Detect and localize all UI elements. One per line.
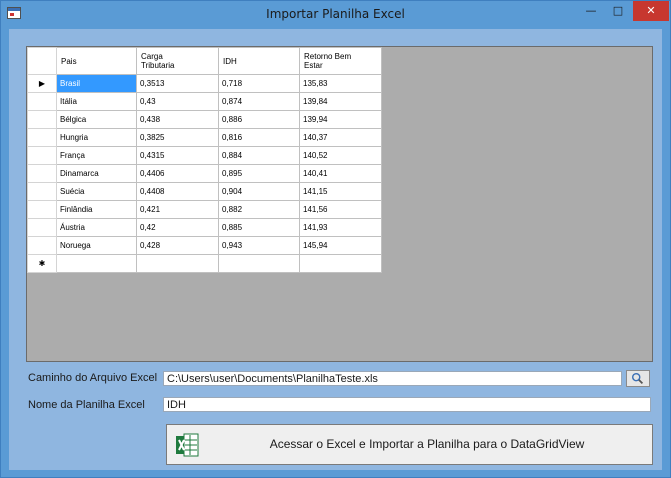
table-cell[interactable]: 141,15: [299, 182, 382, 201]
table-cell[interactable]: 141,93: [299, 218, 382, 237]
column-header-idh[interactable]: IDH: [218, 47, 300, 75]
column-header-carga-tributaria[interactable]: Carga Tributaria: [136, 47, 219, 75]
table-cell[interactable]: 145,94: [299, 236, 382, 255]
table-cell[interactable]: Brasil: [56, 74, 137, 93]
column-header-retorno-bem-estar[interactable]: Retorno Bem Estar: [299, 47, 382, 75]
column-header-pais[interactable]: Pais: [56, 47, 137, 75]
row-header[interactable]: ✱: [27, 254, 57, 273]
table-row[interactable]: Bélgica 0,438 0,886 139,94: [27, 110, 382, 129]
table-cell[interactable]: 0,884: [218, 146, 300, 165]
row-header[interactable]: [27, 128, 57, 147]
table-cell[interactable]: 0,4315: [136, 146, 219, 165]
table-cell[interactable]: [136, 254, 219, 273]
row-header[interactable]: [27, 164, 57, 183]
table-cell[interactable]: 0,43: [136, 92, 219, 111]
table-cell[interactable]: Itália: [56, 92, 137, 111]
table-row[interactable]: França 0,4315 0,884 140,52: [27, 146, 382, 165]
table-cell[interactable]: 139,94: [299, 110, 382, 129]
table-cell[interactable]: 0,943: [218, 236, 300, 255]
minimize-button[interactable]: —: [578, 1, 604, 21]
browse-button[interactable]: [626, 370, 650, 387]
table-cell[interactable]: 0,718: [218, 74, 300, 93]
table-row[interactable]: Itália 0,43 0,874 139,84: [27, 92, 382, 111]
table-cell[interactable]: 0,421: [136, 200, 219, 219]
table-row[interactable]: Finlândia 0,421 0,882 141,56: [27, 200, 382, 219]
table-cell[interactable]: França: [56, 146, 137, 165]
table-cell[interactable]: Finlândia: [56, 200, 137, 219]
title-bar[interactable]: Importar Planilha Excel — □ ✕: [1, 1, 670, 29]
table-cell[interactable]: 0,3825: [136, 128, 219, 147]
sheet-name-input[interactable]: IDH: [163, 397, 651, 412]
table-cell[interactable]: 0,428: [136, 236, 219, 255]
header-row: Pais Carga Tributaria IDH Retorno Bem Es…: [27, 47, 382, 75]
close-icon: ✕: [646, 4, 656, 17]
table-cell[interactable]: [218, 254, 300, 273]
import-button-label: Acessar o Excel e Importar a Planilha pa…: [269, 437, 585, 451]
table-row[interactable]: Áustria 0,42 0,885 141,93: [27, 218, 382, 237]
row-header[interactable]: [27, 236, 57, 255]
table-cell[interactable]: 0,874: [218, 92, 300, 111]
file-path-input[interactable]: C:\Users\user\Documents\PlanilhaTeste.xl…: [163, 371, 622, 386]
table-cell[interactable]: Suécia: [56, 182, 137, 201]
close-button[interactable]: ✕: [633, 1, 669, 21]
table-row[interactable]: ▶ Brasil 0,3513 0,718 135,83: [27, 74, 382, 93]
table-cell[interactable]: 140,41: [299, 164, 382, 183]
table-cell[interactable]: Bélgica: [56, 110, 137, 129]
column-header-label: Retorno Bem Estar: [304, 52, 352, 70]
table-cell[interactable]: 0,885: [218, 218, 300, 237]
table-cell[interactable]: 140,37: [299, 128, 382, 147]
column-header-label: Pais: [61, 56, 77, 66]
table-cell[interactable]: 139,84: [299, 92, 382, 111]
table-row[interactable]: Noruega 0,428 0,943 145,94: [27, 236, 382, 255]
table-row[interactable]: Suécia 0,4408 0,904 141,15: [27, 182, 382, 201]
column-header-label: Carga Tributaria: [141, 52, 175, 70]
column-header-label: IDH: [223, 56, 237, 66]
table-cell[interactable]: 0,4408: [136, 182, 219, 201]
window-title: Importar Planilha Excel: [266, 7, 405, 21]
table-cell[interactable]: 0,816: [218, 128, 300, 147]
form-client-area: Pais Carga Tributaria IDH Retorno Bem Es…: [9, 29, 662, 470]
table-cell[interactable]: Noruega: [56, 236, 137, 255]
table-cell[interactable]: 140,52: [299, 146, 382, 165]
table-cell[interactable]: 141,56: [299, 200, 382, 219]
maximize-icon: □: [612, 4, 624, 17]
table-cell[interactable]: 0,904: [218, 182, 300, 201]
current-row-indicator-icon: ▶: [38, 79, 46, 88]
table-cell[interactable]: 0,882: [218, 200, 300, 219]
row-header[interactable]: [27, 92, 57, 111]
top-left-header-cell[interactable]: [27, 47, 57, 75]
maximize-button[interactable]: □: [605, 1, 631, 21]
table-cell[interactable]: 0,438: [136, 110, 219, 129]
data-grid-view[interactable]: Pais Carga Tributaria IDH Retorno Bem Es…: [26, 46, 653, 362]
sheet-name-label: Nome da Planilha Excel: [28, 399, 145, 411]
import-excel-button[interactable]: Acessar o Excel e Importar a Planilha pa…: [166, 424, 653, 465]
magnifier-icon: [632, 372, 644, 384]
new-row-asterisk-icon: ✱: [38, 259, 46, 268]
table-row[interactable]: Dinamarca 0,4406 0,895 140,41: [27, 164, 382, 183]
app-window: Importar Planilha Excel — □ ✕ Pais Carga…: [0, 0, 671, 478]
row-header[interactable]: [27, 146, 57, 165]
data-grid-table: Pais Carga Tributaria IDH Retorno Bem Es…: [27, 47, 382, 273]
row-header[interactable]: [27, 110, 57, 129]
row-header[interactable]: [27, 200, 57, 219]
table-cell[interactable]: Hungria: [56, 128, 137, 147]
table-cell[interactable]: 135,83: [299, 74, 382, 93]
row-header[interactable]: [27, 182, 57, 201]
file-path-label: Caminho do Arquivo Excel: [28, 372, 158, 384]
table-cell[interactable]: 0,42: [136, 218, 219, 237]
table-cell[interactable]: Áustria: [56, 218, 137, 237]
table-cell[interactable]: 0,895: [218, 164, 300, 183]
minimize-icon: —: [585, 4, 597, 17]
table-cell[interactable]: [299, 254, 382, 273]
table-cell[interactable]: Dinamarca: [56, 164, 137, 183]
table-cell[interactable]: 0,886: [218, 110, 300, 129]
table-cell[interactable]: [56, 254, 137, 273]
row-header[interactable]: ▶: [27, 74, 57, 93]
table-cell[interactable]: 0,3513: [136, 74, 219, 93]
new-row[interactable]: ✱: [27, 254, 382, 273]
excel-icon: [176, 433, 199, 457]
row-header[interactable]: [27, 218, 57, 237]
table-row[interactable]: Hungria 0,3825 0,816 140,37: [27, 128, 382, 147]
table-cell[interactable]: 0,4406: [136, 164, 219, 183]
